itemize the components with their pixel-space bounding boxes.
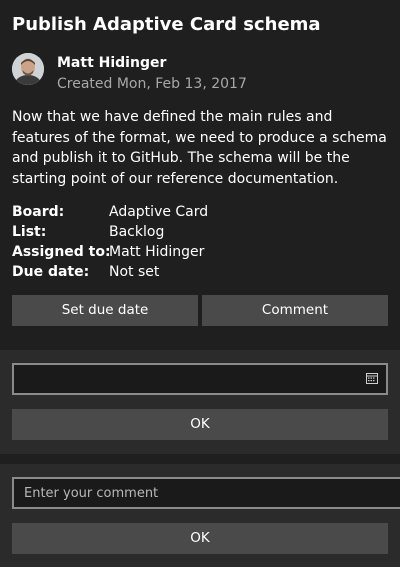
due-date-panel: OK [0, 350, 400, 454]
comment-panel: OK [0, 464, 400, 567]
fact-title: List: [12, 224, 47, 240]
card-description: Now that we have defined the main rules … [12, 109, 387, 187]
card-title: Publish Adaptive Card schema [12, 14, 321, 35]
fact-row-board: Board: Adaptive Card [12, 202, 388, 222]
author-name: Matt Hidinger [57, 55, 167, 71]
comment-input[interactable] [12, 477, 400, 509]
fact-row-assigned-to: Assigned to:Matt Hidinger [12, 242, 388, 262]
due-date-ok-button[interactable]: OK [12, 409, 388, 440]
fact-title: Assigned to: [12, 244, 111, 260]
fact-row-list: List: Backlog [12, 222, 388, 242]
comment-button[interactable]: Comment [202, 295, 388, 326]
fact-row-due-date: Due date: Not set [12, 262, 388, 282]
author-avatar-image [12, 53, 44, 85]
calendar-icon[interactable] [366, 373, 378, 384]
fact-title: Board: [12, 204, 65, 220]
comment-ok-button[interactable]: OK [12, 523, 388, 554]
fact-value: Adaptive Card [109, 204, 209, 220]
fact-title: Due date: [12, 264, 90, 280]
set-due-date-button[interactable]: Set due date [12, 295, 198, 326]
adaptive-card: Publish Adaptive Card schema Matt Hiding… [0, 0, 400, 567]
fact-value: Not set [109, 264, 160, 280]
fact-value: Matt Hidinger [109, 244, 205, 260]
due-date-input[interactable] [12, 363, 388, 395]
fact-set: Board: Adaptive Card List: Backlog Assigne… [12, 202, 388, 282]
created-date: Created Mon, Feb 13, 2017 [57, 76, 247, 92]
avatar [12, 53, 44, 85]
fact-value: Backlog [109, 224, 165, 240]
